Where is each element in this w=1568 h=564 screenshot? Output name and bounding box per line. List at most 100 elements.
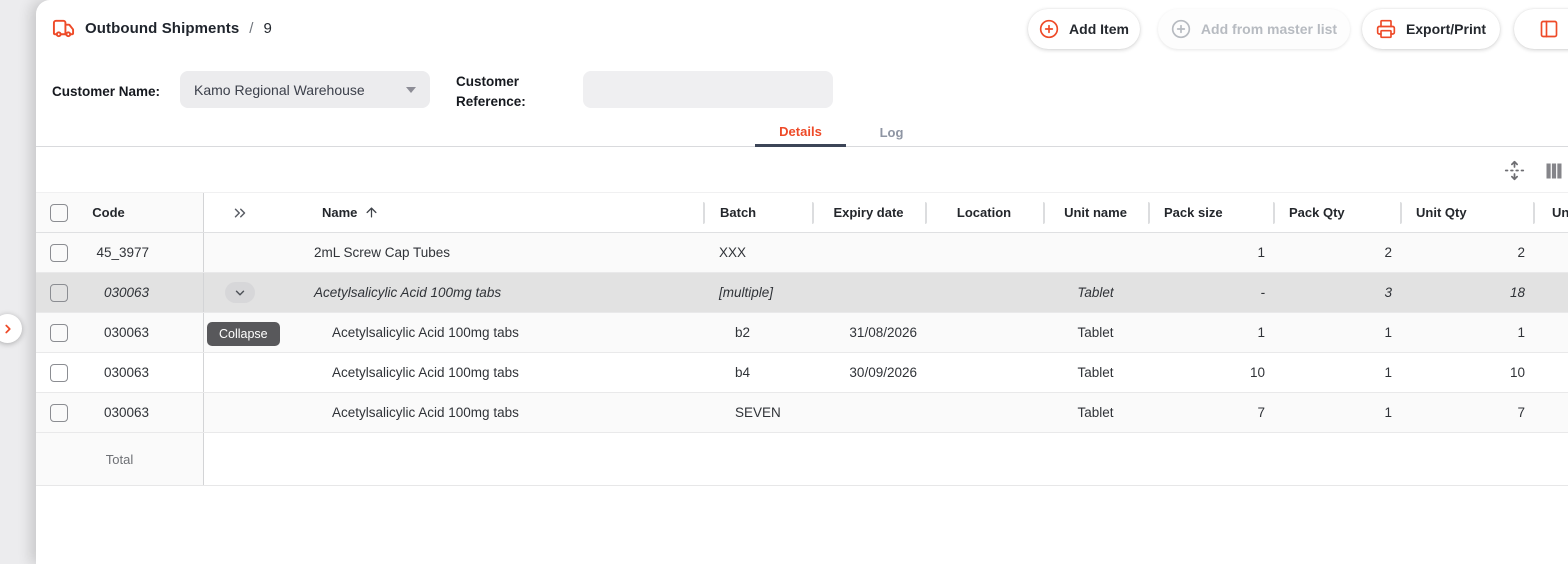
row-unit-qty: 10 bbox=[1400, 353, 1533, 392]
row-batch: XXX bbox=[703, 233, 812, 272]
row-pack-qty: 2 bbox=[1273, 233, 1400, 272]
column-header-batch[interactable]: Batch bbox=[703, 193, 812, 232]
row-height-unfold-vertical-icon[interactable] bbox=[1504, 160, 1525, 181]
row-unit-name bbox=[1043, 233, 1148, 272]
column-header-location[interactable]: Location bbox=[925, 193, 1043, 232]
row-name: Acetylsalicylic Acid 100mg tabs bbox=[276, 273, 703, 312]
columns-icon[interactable] bbox=[1544, 160, 1564, 182]
row-location bbox=[925, 233, 1043, 272]
table-row[interactable]: 030063 Acetylsalicylic Acid 100mg tabs S… bbox=[36, 393, 1568, 433]
row-pack-size: 10 bbox=[1148, 353, 1273, 392]
row-location bbox=[925, 353, 1043, 392]
row-pack-size: 7 bbox=[1148, 393, 1273, 432]
column-header-name-label: Name bbox=[322, 205, 357, 220]
page-title: Outbound Shipments bbox=[85, 20, 239, 37]
row-unit-qty: 7 bbox=[1400, 393, 1533, 432]
row-checkbox[interactable] bbox=[50, 244, 68, 262]
select-all-checkbox[interactable] bbox=[50, 204, 68, 222]
total-values-cell bbox=[204, 433, 1568, 485]
row-unit-name: Tablet bbox=[1043, 273, 1148, 312]
row-pack-size: 1 bbox=[1148, 233, 1273, 272]
table-row[interactable]: 45_3977 2mL Screw Cap Tubes XXX 1 2 2 bbox=[36, 233, 1568, 273]
row-expand-cell bbox=[204, 353, 276, 392]
row-unit-name: Tablet bbox=[1043, 353, 1148, 392]
tab-bar: Details Log bbox=[36, 118, 1568, 147]
column-header-unit-qty[interactable]: Unit Qty bbox=[1400, 193, 1533, 232]
tab-details[interactable]: Details bbox=[755, 118, 846, 147]
row-name: Acetylsalicylic Acid 100mg tabs bbox=[276, 393, 703, 432]
column-header-pack-size[interactable]: Pack size bbox=[1148, 193, 1273, 232]
row-un-truncated bbox=[1533, 313, 1568, 352]
row-unit-qty: 2 bbox=[1400, 233, 1533, 272]
plus-circle-icon bbox=[1171, 19, 1191, 39]
customer-name-dropdown[interactable]: Kamo Regional Warehouse bbox=[180, 71, 430, 108]
panel-left-icon bbox=[1539, 19, 1559, 39]
row-expiry-date: 30/09/2026 bbox=[812, 353, 925, 392]
row-location bbox=[925, 313, 1043, 352]
row-pack-qty: 1 bbox=[1273, 313, 1400, 352]
row-checkbox[interactable] bbox=[50, 364, 68, 382]
row-batch: b4 bbox=[703, 353, 812, 392]
row-pinned-cell: 030063 bbox=[36, 393, 204, 432]
row-expiry-date bbox=[812, 273, 925, 312]
add-from-master-list-label: Add from master list bbox=[1201, 21, 1337, 37]
customer-reference-input[interactable] bbox=[583, 71, 833, 108]
add-item-button[interactable]: Add Item bbox=[1028, 9, 1140, 49]
row-code: 030063 bbox=[104, 285, 149, 300]
chevron-down-icon bbox=[233, 286, 247, 300]
export-print-label: Export/Print bbox=[1406, 21, 1486, 37]
table-total-row: Total bbox=[36, 433, 1568, 486]
row-unit-qty: 18 bbox=[1400, 273, 1533, 312]
row-location bbox=[925, 273, 1043, 312]
row-code: 030063 bbox=[104, 405, 149, 420]
row-un-truncated bbox=[1533, 393, 1568, 432]
column-header-pack-qty[interactable]: Pack Qty bbox=[1273, 193, 1400, 232]
row-expand-cell bbox=[204, 273, 276, 312]
row-checkbox[interactable] bbox=[50, 404, 68, 422]
filter-row: Customer Name: Kamo Regional Warehouse C… bbox=[36, 58, 1568, 120]
customer-name-value: Kamo Regional Warehouse bbox=[194, 82, 406, 98]
total-pinned-cell: Total bbox=[36, 433, 204, 485]
export-print-button[interactable]: Export/Print bbox=[1362, 9, 1500, 49]
row-pack-size: 1 bbox=[1148, 313, 1273, 352]
shipment-table: Code Name Batch Expiry date Location Uni… bbox=[36, 192, 1568, 486]
title-separator: / bbox=[249, 20, 253, 37]
row-pack-size: - bbox=[1148, 273, 1273, 312]
chevrons-right-icon bbox=[231, 204, 249, 222]
row-pinned-cell: 030063 bbox=[36, 353, 204, 392]
row-checkbox[interactable] bbox=[50, 324, 68, 342]
row-un-truncated bbox=[1533, 273, 1568, 312]
column-header-un-truncated[interactable]: Un bbox=[1533, 193, 1568, 232]
column-header-expiry-date[interactable]: Expiry date bbox=[812, 193, 925, 232]
row-code: 030063 bbox=[104, 325, 149, 340]
printer-icon bbox=[1376, 19, 1396, 39]
table-row[interactable]: 030063 Acetylsalicylic Acid 100mg tabs b… bbox=[36, 353, 1568, 393]
row-pinned-cell: 030063 bbox=[36, 273, 204, 312]
more-button-partial[interactable]: M bbox=[1514, 9, 1568, 49]
add-from-master-list-button[interactable]: Add from master list bbox=[1158, 9, 1350, 49]
column-header-name[interactable]: Name bbox=[276, 193, 703, 232]
chevron-right-icon bbox=[1, 322, 15, 336]
truck-icon bbox=[52, 17, 75, 40]
row-checkbox[interactable] bbox=[50, 284, 68, 302]
row-name: Acetylsalicylic Acid 100mg tabs bbox=[276, 353, 703, 392]
main-panel: Outbound Shipments / 9 Add Item Add from… bbox=[36, 0, 1568, 564]
row-pinned-cell: 030063 bbox=[36, 313, 204, 352]
plus-circle-icon bbox=[1039, 19, 1059, 39]
collapsed-sidebar bbox=[0, 0, 36, 564]
total-label: Total bbox=[106, 452, 133, 467]
row-expiry-date bbox=[812, 393, 925, 432]
row-expiry-date: 31/08/2026 bbox=[812, 313, 925, 352]
row-unit-name: Tablet bbox=[1043, 313, 1148, 352]
column-header-unit-name[interactable]: Unit name bbox=[1043, 193, 1148, 232]
column-header-code[interactable]: Code bbox=[68, 205, 149, 220]
tab-log[interactable]: Log bbox=[846, 118, 937, 147]
expand-all-button[interactable] bbox=[204, 193, 276, 232]
table-row[interactable]: 030063 Acetylsalicylic Acid 100mg tabs [… bbox=[36, 273, 1568, 313]
collapse-toggle-button[interactable] bbox=[225, 282, 255, 303]
row-unit-qty: 1 bbox=[1400, 313, 1533, 352]
row-location bbox=[925, 393, 1043, 432]
top-bar: Outbound Shipments / 9 Add Item Add from… bbox=[36, 0, 1568, 58]
row-pack-qty: 1 bbox=[1273, 393, 1400, 432]
row-batch: [multiple] bbox=[703, 273, 812, 312]
